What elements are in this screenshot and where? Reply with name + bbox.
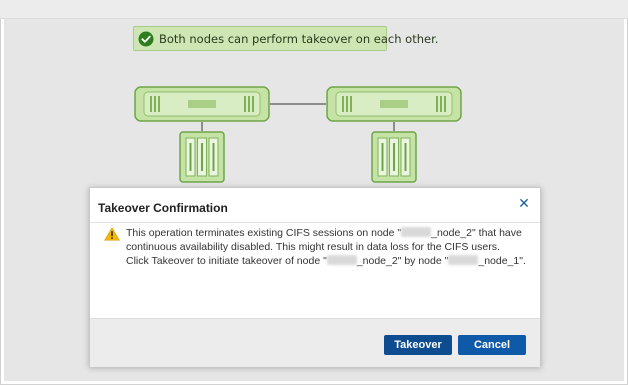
top-bar [0,0,628,19]
node-2-shelf-connector [393,122,395,131]
dialog-message: This operation terminates existing CIFS … [126,226,531,268]
cancel-button[interactable]: Cancel [458,335,526,355]
redacted-cluster-name [401,227,432,237]
dialog-title: Takeover Confirmation [98,201,228,215]
warning-icon [104,226,120,241]
node-1-shelf-connector [201,122,203,131]
message-line-3: Click Takeover to initiate takeover of n… [126,255,526,267]
status-banner-text: Both nodes can perform takeover on each … [159,31,439,46]
takeover-button[interactable]: Takeover [384,335,452,355]
dialog-header: Takeover Confirmation ✕ [90,188,540,223]
close-icon[interactable]: ✕ [517,197,531,211]
ha-interconnect-line [270,103,326,105]
redacted-cluster-name [448,255,479,265]
controller-node-2[interactable] [326,86,462,122]
disk-shelf-1[interactable] [179,131,225,183]
check-circle-icon [138,31,154,47]
controller-node-1[interactable] [134,86,270,122]
dialog-footer: Takeover Cancel [90,318,540,367]
disk-shelf-2[interactable] [371,131,417,183]
message-line-1: This operation terminates existing CIFS … [126,227,522,239]
message-line-2: continuous availability disabled. This m… [126,241,500,253]
takeover-confirmation-dialog: Takeover Confirmation ✕ This operation t… [89,187,541,367]
dialog-body: This operation terminates existing CIFS … [104,226,529,316]
redacted-cluster-name [326,255,357,265]
status-banner: Both nodes can perform takeover on each … [133,26,438,51]
